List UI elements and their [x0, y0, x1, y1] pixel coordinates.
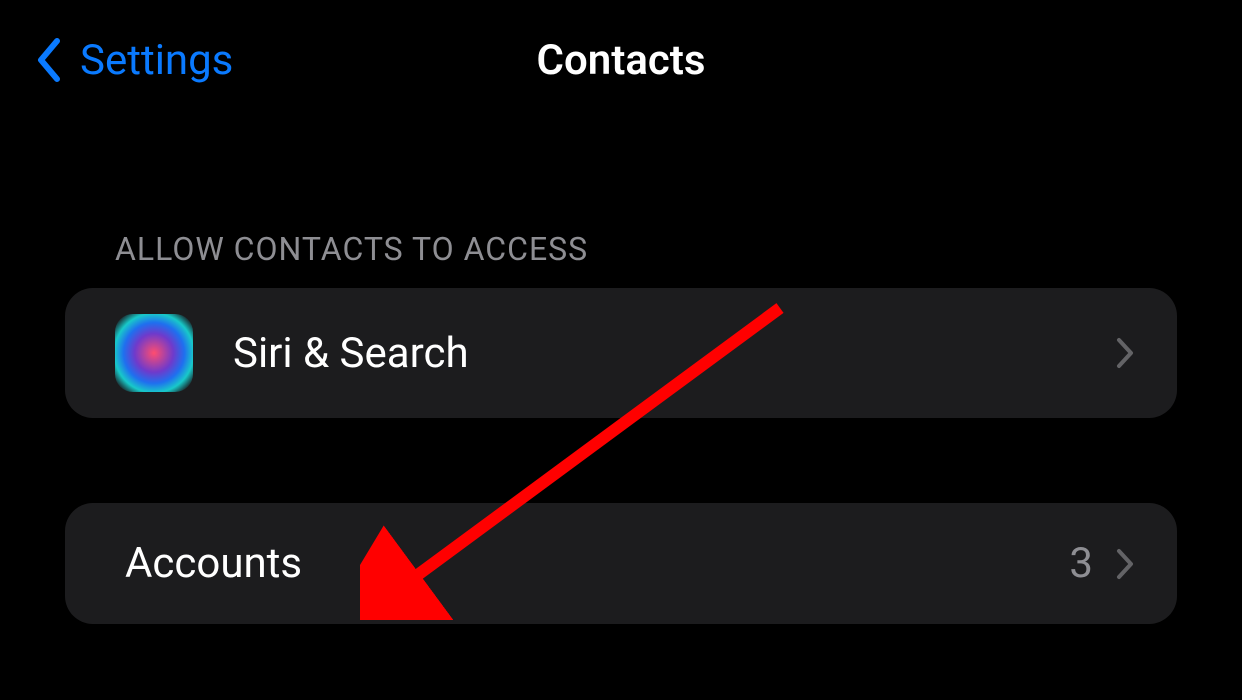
chevron-left-icon: [30, 32, 66, 88]
back-button[interactable]: Settings: [30, 32, 233, 88]
row-accounts[interactable]: Accounts 3: [65, 503, 1177, 624]
list-group-accounts: Accounts 3: [65, 503, 1177, 624]
chevron-right-icon: [1113, 545, 1137, 583]
section-header-access: ALLOW CONTACTS TO ACCESS: [0, 230, 1242, 288]
back-label: Settings: [80, 36, 233, 85]
row-label-siri: Siri & Search: [233, 329, 1113, 378]
siri-icon: [115, 314, 193, 392]
row-siri-search[interactable]: Siri & Search: [65, 288, 1177, 418]
row-label-accounts: Accounts: [125, 539, 1069, 588]
row-value-accounts: 3: [1069, 539, 1093, 588]
navigation-header: Settings Contacts: [0, 0, 1242, 120]
page-title: Contacts: [537, 36, 706, 85]
list-group-access: Siri & Search: [65, 288, 1177, 418]
chevron-right-icon: [1113, 334, 1137, 372]
